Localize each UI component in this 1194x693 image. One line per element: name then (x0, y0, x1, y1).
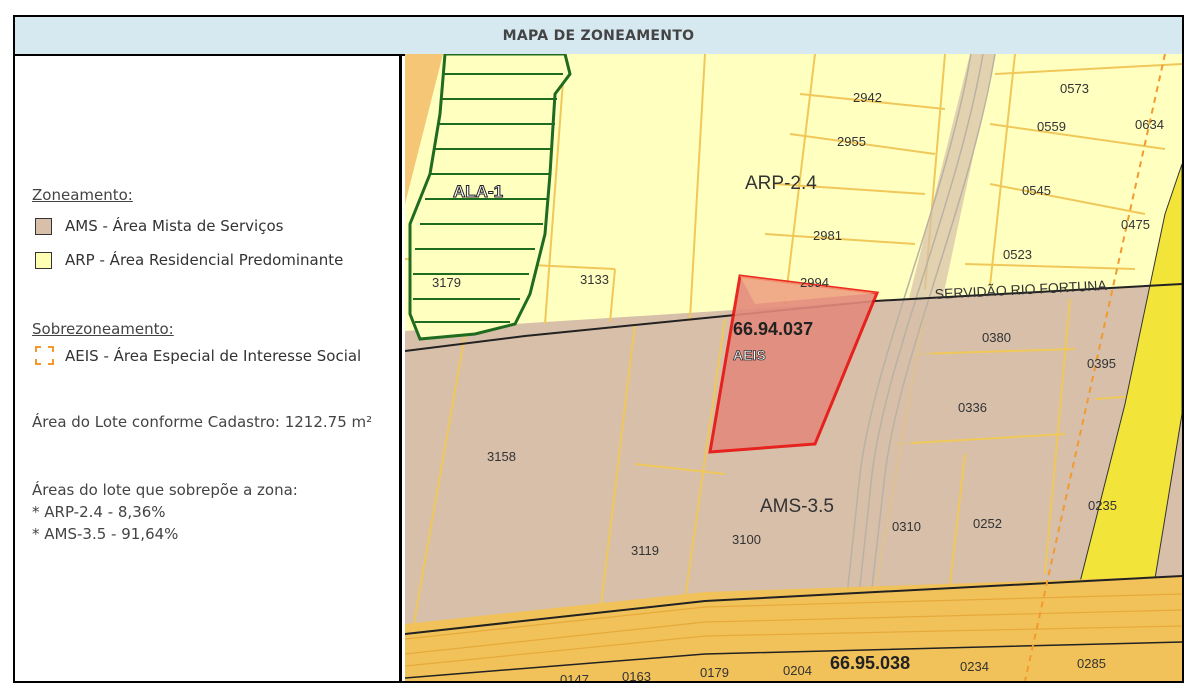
parcel-number: 3179 (432, 275, 461, 290)
zoning-map[interactable]: ALA-1 ARP-2.4 AMS-3.5 SERVIDÃO RIO FORTU… (405, 54, 1182, 681)
legend-item-aeis: AEIS - Área Especial de Interesse Social (35, 346, 361, 365)
parcel-number: 0204 (783, 663, 812, 678)
parcel-number: 0634 (1135, 117, 1164, 132)
overlap-arp: * ARP-2.4 - 8,36% (32, 503, 166, 521)
parcel-number: 0573 (1060, 81, 1089, 96)
sobrezoneamento-heading: Sobrezoneamento: (32, 320, 174, 338)
parcel-number: 0380 (982, 330, 1011, 345)
overlap-heading: Áreas do lote que sobrepõe a zona: (32, 481, 298, 499)
aeis-swatch (35, 346, 54, 365)
parcel-number: 3100 (732, 532, 761, 547)
parcel-number: 0163 (622, 669, 651, 681)
legend-panel: Zoneamento: AMS - Área Mista de Serviços… (15, 54, 402, 681)
parcel-number: 0545 (1022, 183, 1051, 198)
parcel-number: 0235 (1088, 498, 1117, 513)
parcel-number: 0475 (1121, 217, 1150, 232)
arp-label: ARP-2.4 (745, 173, 817, 194)
legend-item-ams: AMS - Área Mista de Serviços (35, 217, 283, 235)
lot-id-label: 66.94.037 (733, 319, 813, 339)
legend-item-arp: ARP - Área Residencial Predominante (35, 251, 343, 269)
panel-title: MAPA DE ZONEAMENTO (15, 17, 1182, 56)
arp-swatch (35, 251, 52, 269)
parcel-number: 2942 (853, 90, 882, 105)
parcel-number: 3119 (631, 543, 659, 558)
parcel-number: 3133 (580, 272, 609, 287)
parcel-number: 2955 (837, 134, 866, 149)
parcel-number: 0234 (960, 659, 989, 674)
parcel-number: 0285 (1077, 656, 1106, 671)
parcel-number: 2994 (800, 275, 829, 290)
ams-swatch (35, 217, 52, 235)
parcel-number: 0559 (1037, 119, 1066, 134)
parcel-number: 0310 (892, 519, 921, 534)
parcel-number: 0179 (700, 665, 729, 680)
zoneamento-heading: Zoneamento: (32, 186, 133, 204)
ala-1-label: ALA-1 (453, 182, 503, 201)
parcel-number: 0336 (958, 400, 987, 415)
parcel-number: 0523 (1003, 247, 1032, 262)
lot-area-text: Área do Lote conforme Cadastro: 1212.75 … (32, 413, 373, 431)
legend-item-label: ARP - Área Residencial Predominante (65, 251, 344, 269)
ams-label: AMS-3.5 (760, 496, 834, 517)
parcel-number: 2981 (813, 228, 842, 243)
parcel-number: 0147 (560, 672, 589, 681)
lot-id-label-2: 66.95.038 (830, 653, 910, 673)
legend-item-label: AMS - Área Mista de Serviços (65, 217, 284, 235)
parcel-number: 0395 (1087, 356, 1116, 371)
map-canvas: ALA-1 ARP-2.4 AMS-3.5 SERVIDÃO RIO FORTU… (405, 54, 1182, 681)
legend-item-label: AEIS - Área Especial de Interesse Social (65, 346, 362, 365)
parcel-number: 0252 (973, 516, 1002, 531)
parcel-number: 3158 (487, 449, 516, 464)
overlap-ams: * AMS-3.5 - 91,64% (32, 525, 179, 543)
zoning-panel: MAPA DE ZONEAMENTO Zoneamento: AMS - Áre… (13, 15, 1184, 683)
aeis-map-label: AEIS (733, 347, 766, 363)
